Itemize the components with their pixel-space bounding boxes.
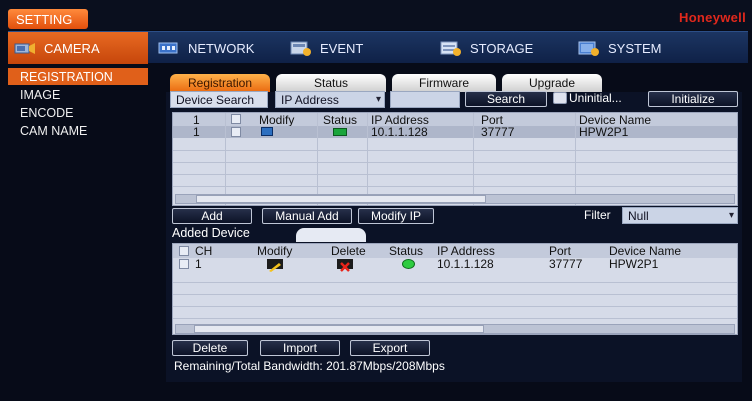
row-number: 1 [193,125,200,139]
subtab-registration[interactable]: Registration [170,74,270,92]
header-status: Status [323,113,358,127]
uninitial-checkbox[interactable] [553,92,567,104]
subtab-firmware[interactable]: Firmware [392,74,496,92]
modify-ip-button[interactable]: Modify IP [358,208,434,224]
grid-vline [225,113,226,205]
tab-system-label: SYSTEM [608,40,662,56]
header-modify: Modify [257,244,293,258]
modify-edit-icon[interactable] [261,127,273,136]
pencil-icon[interactable] [267,259,283,272]
added-device-tab[interactable] [296,228,366,242]
header-select-all-checkbox[interactable] [179,246,189,256]
camera-icon [14,40,36,56]
tab-storage[interactable]: STORAGE [440,32,560,64]
header-ch: CH [195,244,213,258]
grid-line [173,162,737,163]
row-checkbox[interactable] [179,259,189,269]
added-table-scrollbar[interactable] [175,324,735,334]
filter-value: Null [628,208,649,223]
grid-vline [317,113,318,205]
grid-line [173,186,737,187]
tab-camera-label: CAMERA [44,40,100,56]
header-status: Status [389,244,424,258]
row-ip: 10.1.1.128 [437,257,494,271]
row-port: 37777 [481,125,515,139]
grid-line [173,174,737,175]
header-modify: Modify [259,113,295,127]
filter-select[interactable]: Null ▾ [622,207,738,224]
tab-storage-label: STORAGE [470,40,534,56]
subtab-upgrade[interactable]: Upgrade [502,74,602,92]
table-row[interactable]: 1 10.1.1.128 37777 HPW2P1 [173,125,737,139]
storage-icon [440,40,462,56]
event-icon [290,40,312,56]
export-button[interactable]: Export [350,340,430,356]
row-checkbox[interactable] [231,127,241,137]
network-icon [158,40,180,56]
bandwidth-text: Remaining/Total Bandwidth: 201.87Mbps/20… [174,359,445,373]
sidebar-item-encode[interactable]: ENCODE [8,104,148,121]
scrollbar-thumb[interactable] [196,195,486,203]
status-online-icon [333,128,347,136]
device-search-label: Device Search [170,91,268,108]
sidebar-item-registration[interactable]: REGISTRATION [8,68,148,85]
tab-network-label: NETWORK [188,40,255,56]
sidebar-item-image[interactable]: IMAGE [8,86,148,103]
header-ip-address: IP Address [437,244,495,258]
header-delete: Delete [331,244,366,258]
search-mode-select[interactable]: IP Address ▾ [275,91,385,108]
row-ip: 10.1.1.128 [371,125,428,139]
filter-label: Filter [584,208,611,222]
system-icon [578,40,600,56]
initialize-button[interactable]: Initialize [648,91,738,107]
setting-tab[interactable]: SETTING [8,9,88,29]
delete-button[interactable]: Delete [172,340,248,356]
row-device-name: HPW2P1 [579,125,629,139]
tab-event-label: EVENT [320,40,364,56]
grid-line [173,150,737,151]
add-button[interactable]: Add [172,208,252,224]
table-row[interactable]: 1 10.1.1.128 37777 HPW2P1 [173,257,737,272]
chevron-down-icon: ▾ [375,94,381,105]
row-ch: 1 [195,257,202,271]
brand-logo: Honeywell [679,10,746,25]
header-port: Port [549,244,572,258]
sidebar-item-cam-name[interactable]: CAM NAME [8,122,148,139]
scrollbar-thumb[interactable] [194,325,484,333]
added-device-title: Added Device [172,226,250,240]
row-device-name: HPW2P1 [609,257,659,271]
grid-line [173,294,737,295]
x-icon[interactable] [337,259,353,272]
added-table-header: CH Modify Delete Status IP Address Port … [173,244,737,258]
row-port: 37777 [549,257,583,271]
tab-network[interactable]: NETWORK [158,32,278,64]
import-button[interactable]: Import [260,340,340,356]
header-device-name: Device Name [609,244,682,258]
grid-vline [575,113,576,205]
green-dot-icon [402,259,415,269]
grid-line [173,318,737,319]
main-tab-bar: CAMERA NETWORK EVENT STORAGE SYSTEM [8,31,748,64]
header-select-all-checkbox[interactable] [231,114,241,124]
tab-system[interactable]: SYSTEM [578,32,698,64]
top-bar [0,0,752,30]
added-device-table: CH Modify Delete Status IP Address Port … [172,243,738,335]
grid-vline [473,113,474,205]
search-mode-value: IP Address [281,92,339,107]
grid-line [173,306,737,307]
manual-add-button[interactable]: Manual Add [262,208,352,224]
search-table: 1 Modify Status IP Address Port Device N… [172,112,738,206]
uninitial-label: Uninitial... [569,91,622,105]
chevron-down-icon: ▾ [728,210,734,221]
grid-vline [367,113,368,205]
tab-event[interactable]: EVENT [290,32,400,64]
grid-line [173,282,737,283]
search-ip-input[interactable] [390,91,460,108]
search-table-header: 1 Modify Status IP Address Port Device N… [173,113,737,127]
subtab-status[interactable]: Status [276,74,386,92]
tab-camera[interactable]: CAMERA [8,32,148,64]
search-button[interactable]: Search [465,91,547,107]
search-table-scrollbar[interactable] [175,194,735,204]
